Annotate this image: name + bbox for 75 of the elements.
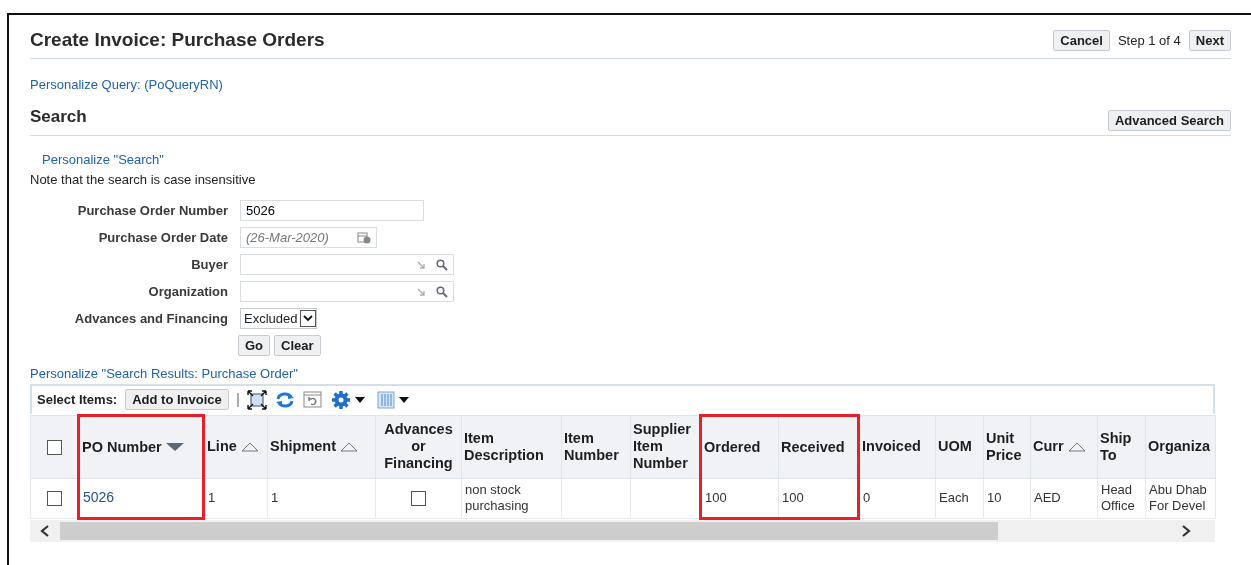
field-label: Purchase Order Date	[97, 229, 228, 248]
table-cell: AED	[1034, 490, 1061, 506]
field-label: Organization	[147, 283, 228, 302]
sort-icon[interactable]	[1067, 441, 1086, 452]
column-header[interactable]: Curr	[1033, 438, 1064, 456]
column-header: Organiza	[1148, 438, 1211, 456]
caret-icon[interactable]	[354, 395, 365, 404]
field-label: Buyer	[190, 256, 228, 275]
advanced-search-button[interactable]: Advanced Search	[1107, 110, 1231, 132]
undo-window-icon[interactable]	[302, 390, 323, 409]
checkbox[interactable]	[411, 491, 426, 507]
page-title: Create Invoice: Purchase Orders	[30, 29, 325, 52]
search-icon	[436, 258, 448, 271]
sort-icon[interactable]	[340, 441, 359, 452]
column-header[interactable]: Line	[207, 438, 237, 456]
section-title: Search	[30, 106, 87, 129]
cancel-button[interactable]: Cancel	[1053, 29, 1110, 51]
column-header: Advances or Financing	[383, 421, 454, 473]
gear-icon[interactable]	[330, 389, 351, 410]
select-all-checkbox[interactable]	[46, 439, 62, 455]
text-input[interactable]: 5026	[246, 201, 418, 221]
date-input[interactable]: (26-Mar-2020)	[246, 228, 357, 248]
column-header: UOM	[938, 438, 972, 456]
refresh-icon[interactable]	[274, 390, 295, 409]
table-cell: Abu Dhab For Devel	[1149, 482, 1207, 514]
table-cell: 1	[208, 490, 216, 506]
dropdown[interactable]: Excluded	[240, 308, 318, 330]
lookup-field[interactable]	[240, 254, 454, 276]
column-header[interactable]: PO Number	[82, 438, 162, 456]
arrow-icon	[416, 286, 426, 297]
column-header: Item Number	[564, 429, 620, 464]
column-header: Unit Price	[986, 429, 1023, 464]
table-cell: non stock purchasing	[465, 482, 529, 514]
expand-icon[interactable]	[246, 389, 267, 410]
calendar-icon	[357, 231, 371, 245]
scrollbar-thumb[interactable]	[60, 521, 998, 540]
table-cell: 100	[782, 489, 804, 505]
search-icon	[436, 285, 448, 298]
table-cell: 100	[705, 489, 727, 505]
column-header: Ship To	[1100, 429, 1133, 464]
column-header: Received	[781, 438, 845, 456]
column-header[interactable]: Shipment	[270, 438, 337, 456]
table-cell: 10	[987, 490, 1002, 506]
po-number-link[interactable]: 5026	[83, 489, 115, 506]
scrollbar[interactable]	[30, 519, 1215, 542]
caret-icon	[300, 310, 317, 328]
personalize-link[interactable]: Personalize Query: (PoQueryRN)	[30, 76, 223, 92]
column-header: Ordered	[704, 438, 761, 456]
row-checkbox[interactable]	[46, 491, 62, 507]
step-indicator: Step 1 of 4	[1117, 31, 1181, 50]
add-to-invoice-button[interactable]: Add to Invoice	[125, 389, 229, 411]
field-label: Purchase Order Number	[76, 202, 228, 221]
sort-descending-icon[interactable]	[165, 442, 184, 453]
search-note: Note that the search is case insensitive	[30, 170, 257, 189]
table-cell: 0	[863, 490, 871, 506]
toolbar-label: Select Items:	[37, 391, 118, 410]
next-button[interactable]: Next	[1188, 29, 1231, 51]
personalize-link[interactable]: Personalize "Search"	[42, 152, 164, 168]
table-cell: 1	[271, 490, 279, 506]
field-label: Advances and Financing	[73, 310, 228, 329]
separator-icon	[236, 392, 239, 407]
column-header: Invoiced	[862, 438, 921, 456]
search-button[interactable]: Go	[238, 335, 271, 357]
search-button[interactable]: Clear	[274, 335, 321, 357]
column-header: Supplier Item Number	[633, 421, 692, 473]
table-cell: Each	[939, 490, 969, 506]
table-cell: Head Office	[1101, 482, 1135, 514]
column-header: Item Description	[464, 429, 545, 464]
caret-icon[interactable]	[398, 395, 409, 404]
text-field[interactable]: 5026	[240, 200, 424, 222]
lookup-field[interactable]	[240, 281, 454, 303]
sort-icon[interactable]	[240, 441, 259, 452]
arrow-icon	[416, 259, 426, 270]
date-field[interactable]: (26-Mar-2020)	[240, 227, 377, 249]
personalize-link[interactable]: Personalize "Search Results: Purchase Order"	[30, 366, 298, 382]
